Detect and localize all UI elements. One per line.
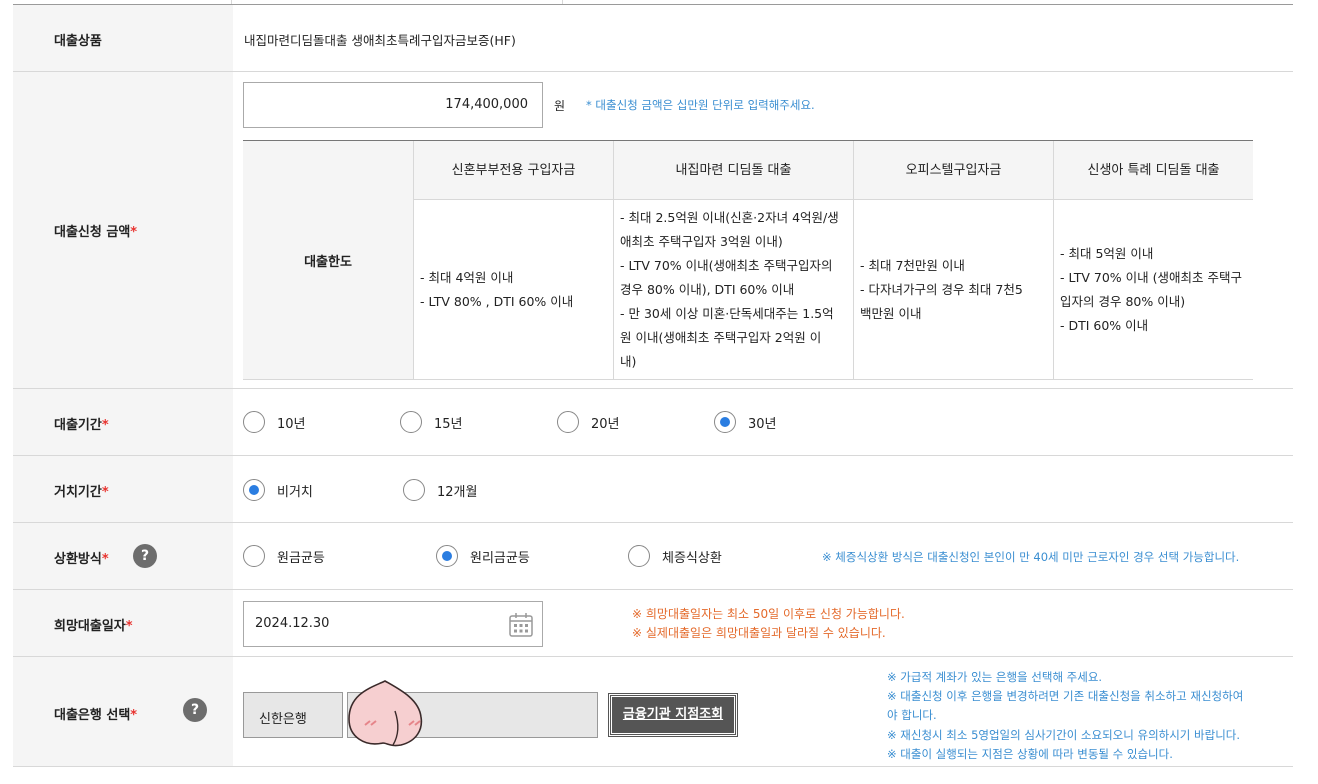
radio-circle[interactable]: [403, 479, 425, 501]
row-bank: 대출은행 선택* ? 신한은행 금융기관 지점조회 ※ 가급적 계좌가 있는 은…: [13, 657, 1293, 767]
loan-amount-value: 174,400,000: [445, 97, 528, 112]
radio-circle[interactable]: [628, 545, 650, 567]
radio-circle-selected[interactable]: [436, 545, 458, 567]
radio-repay-equal[interactable]: 원리금균등: [436, 545, 530, 567]
desired-date-note: ※ 희망대출일자는 최소 50일 이후로 신청 가능합니다.: [632, 607, 905, 621]
grace-period-label: 거치기간*: [54, 485, 109, 500]
radio-label: 비거치: [277, 484, 313, 500]
loan-period-label: 대출기간*: [54, 418, 109, 433]
row-loan-amount: 대출신청 금액* 174,400,000 원 * 대출신청 금액은 십만원 단위…: [13, 72, 1293, 389]
limit-line: 백만원 이내: [860, 306, 922, 321]
radio-label: 12개월: [437, 484, 478, 500]
bank-note: ※ 대출신청 이후 은행을 변경하려면 기존 대출신청을 취소하고 재신청하여: [887, 689, 1244, 703]
radio-grace-12m[interactable]: 12개월: [403, 479, 477, 501]
limit-col-header: 신혼부부전용 구입자금: [413, 141, 613, 200]
bank-note: ※ 재신청시 최소 5영업일의 심사기간이 소요되오니 유의하시기 바랍니다.: [887, 728, 1241, 742]
radio-repay-principal[interactable]: 원금균등: [243, 545, 325, 567]
limit-line: 내): [620, 354, 637, 369]
limit-line: - 최대 7천만원 이내: [860, 258, 965, 273]
loan-amount-unit: 원: [554, 99, 566, 113]
bank-name-value: 신한은행: [259, 712, 307, 727]
row-desired-date: 희망대출일자* 2024.12.30 ※ 희망대출일자는 최소 50일 이후로 …: [13, 590, 1293, 657]
limit-line: - 최대 5억원 이내: [1060, 246, 1154, 261]
radio-circle-selected[interactable]: [714, 411, 736, 433]
limit-cell: - 최대 2.5억원 이내(신혼·2자녀 4억원/생 애최초 주택구입자 3억원…: [613, 200, 853, 380]
row-header: 대출은행 선택* ?: [13, 657, 233, 766]
limit-line: - DTI 60% 이내: [1060, 318, 1149, 333]
limit-col-header: 내집마련 디딤돌 대출: [613, 141, 853, 200]
row-loan-period: 대출기간* 10년 15년 20년 30년: [13, 389, 1293, 456]
radio-label: 체증식상환: [662, 550, 722, 566]
help-icon[interactable]: ?: [183, 698, 207, 722]
bank-note: ※ 가급적 계좌가 있는 은행을 선택해 주세요.: [887, 670, 1103, 684]
limit-line: - LTV 70% 이내 (생애최초 주택구: [1060, 270, 1242, 285]
radio-period-15[interactable]: 15년: [400, 411, 463, 433]
row-grace-period: 거치기간* 비거치 12개월: [13, 456, 1293, 523]
desired-date-value: 2024.12.30: [255, 616, 330, 631]
radio-label: 원리금균등: [470, 550, 530, 566]
limit-col-header: 오피스텔구입자금: [853, 141, 1053, 200]
loan-limit-table: 대출한도 신혼부부전용 구입자금 내집마련 디딤돌 대출 오피스텔구입자금 신생…: [243, 140, 1253, 380]
tab-edge: [232, 0, 563, 4]
row-header: 대출기간*: [13, 389, 233, 455]
limit-cell: - 최대 4억원 이내 - LTV 80% , DTI 60% 이내: [413, 200, 613, 380]
row-header: 대출신청 금액*: [13, 72, 233, 388]
row-header: 상환방식* ?: [13, 523, 233, 589]
radio-repay-graduated[interactable]: 체증식상환: [628, 545, 722, 567]
limit-line: - LTV 80% , DTI 60% 이내: [420, 294, 574, 309]
row-loan-product: 대출상품 내집마련디딤돌대출 생애최초특례구입자금보증(HF): [13, 5, 1293, 72]
radio-period-10[interactable]: 10년: [243, 411, 306, 433]
limit-line: - 최대 4억원 이내: [420, 270, 514, 285]
radio-label: 30년: [748, 416, 777, 432]
repayment-label: 상환방식*: [54, 552, 109, 567]
limit-col-header: 신생아 특례 디딤돌 대출: [1053, 141, 1253, 200]
loan-product-value: 내집마련디딤돌대출 생애최초특례구입자금보증(HF): [244, 33, 516, 48]
limit-line: 경우 80% 이내), DTI 60% 이내: [620, 282, 795, 297]
limit-line: 애최초 주택구입자 3억원 이내): [620, 234, 783, 249]
loan-product-label: 대출상품: [54, 34, 102, 49]
loan-amount-input[interactable]: 174,400,000: [243, 82, 543, 128]
radio-circle[interactable]: [243, 545, 265, 567]
bank-name-field[interactable]: 신한은행: [243, 692, 343, 738]
desired-date-note: ※ 실제대출일은 희망대출일과 달라질 수 있습니다.: [632, 626, 886, 640]
calendar-icon[interactable]: [508, 612, 534, 638]
radio-label: 10년: [277, 416, 306, 432]
tab-edge: [13, 0, 232, 4]
row-header: 희망대출일자*: [13, 590, 233, 656]
limit-line: - LTV 70% 이내(생애최초 주택구입자의: [620, 258, 833, 273]
radio-label: 원금균등: [277, 550, 325, 566]
radio-period-20[interactable]: 20년: [557, 411, 620, 433]
limit-line: - 다자녀가구의 경우 최대 7천5: [860, 282, 1023, 297]
limit-row-header: 대출한도: [243, 141, 413, 380]
radio-circle-selected[interactable]: [243, 479, 265, 501]
loan-amount-label: 대출신청 금액*: [54, 225, 138, 240]
row-header: 대출상품: [13, 5, 233, 71]
radio-label: 15년: [434, 416, 463, 432]
radio-period-30[interactable]: 30년: [714, 411, 777, 433]
radio-label: 20년: [591, 416, 620, 432]
limit-line: 입자의 경우 80% 이내): [1060, 294, 1186, 309]
branch-search-button[interactable]: 금융기관 지점조회: [608, 693, 738, 737]
desired-date-label: 희망대출일자*: [54, 619, 133, 634]
limit-line: - 최대 2.5억원 이내(신혼·2자녀 4억원/생: [620, 210, 839, 225]
repayment-note: ※ 체증식상환 방식은 대출신청인 본인이 만 40세 미만 근로자인 경우 선…: [822, 550, 1240, 564]
desired-date-input[interactable]: 2024.12.30: [243, 601, 543, 647]
limit-cell: - 최대 5억원 이내 - LTV 70% 이내 (생애최초 주택구 입자의 경…: [1053, 200, 1253, 380]
row-repayment: 상환방식* ? 원금균등 원리금균등 체증식상환 ※ 체증식상환 방식은 대출신…: [13, 523, 1293, 590]
table-bottom-border: [243, 379, 1253, 380]
bank-label: 대출은행 선택*: [54, 708, 138, 723]
radio-circle[interactable]: [243, 411, 265, 433]
limit-cell: - 최대 7천만원 이내 - 다자녀가구의 경우 최대 7천5 백만원 이내: [853, 200, 1053, 380]
bank-note: ※ 대출이 실행되는 지점은 상황에 따라 변동될 수 있습니다.: [887, 747, 1173, 761]
limit-line: - 만 30세 이상 미혼·단독세대주는 1.5억: [620, 306, 834, 321]
row-header: 거치기간*: [13, 456, 233, 522]
radio-circle[interactable]: [557, 411, 579, 433]
radio-grace-none[interactable]: 비거치: [243, 479, 313, 501]
limit-line: 원 이내(생애최초 주택구입자 2억원 이: [620, 330, 822, 345]
help-icon[interactable]: ?: [133, 544, 157, 568]
loan-amount-note: * 대출신청 금액은 십만원 단위로 입력해주세요.: [586, 98, 815, 112]
peach-sticker-icon: [348, 680, 423, 747]
bank-note: 야 합니다.: [887, 708, 937, 722]
radio-circle[interactable]: [400, 411, 422, 433]
